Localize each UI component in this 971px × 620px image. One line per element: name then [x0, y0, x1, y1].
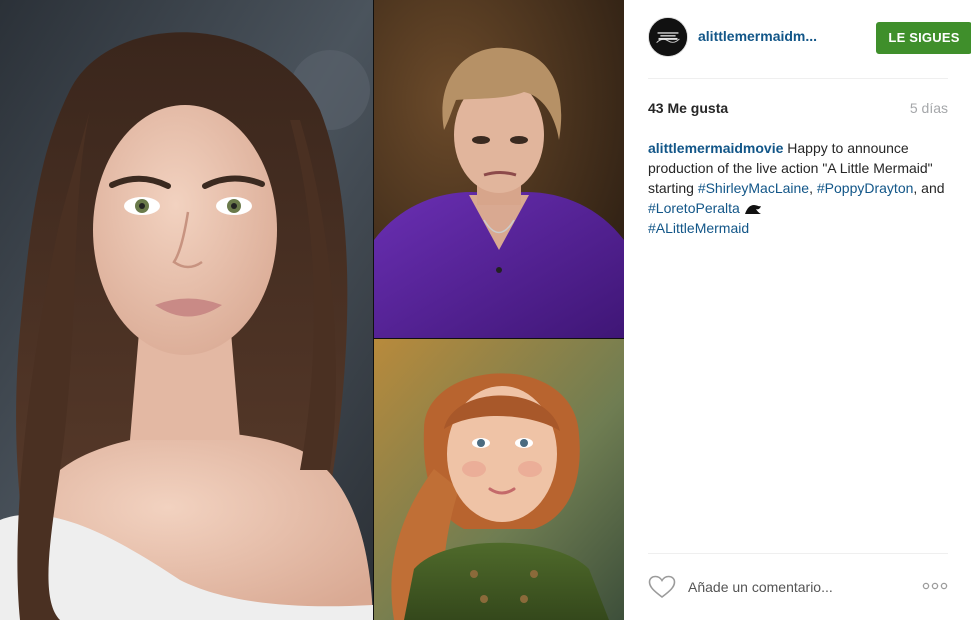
- divider: [648, 553, 948, 554]
- portrait-photo-young-girl: [374, 339, 624, 620]
- avatar[interactable]: [648, 17, 688, 57]
- caption-separator: , and: [913, 180, 945, 196]
- avatar-logo-icon: [649, 18, 687, 56]
- heart-outline-icon[interactable]: [648, 575, 676, 599]
- post-side-panel: alittlemermaidm... LE SIGUES 43 Me gusta…: [624, 0, 971, 620]
- following-button[interactable]: LE SIGUES: [876, 22, 971, 54]
- divider: [648, 78, 948, 79]
- hashtag-link-shirleymaclaine[interactable]: #ShirleyMacLaine: [698, 180, 809, 196]
- hashtag-link-poppydrayton[interactable]: #PoppyDrayton: [817, 180, 914, 196]
- portrait-photo-young-woman: [0, 0, 373, 620]
- comment-bar: [648, 570, 948, 604]
- wave-icon: [744, 205, 761, 214]
- post-photo-collage[interactable]: [0, 0, 624, 620]
- portrait-photo-older-woman: [374, 0, 624, 338]
- username-link[interactable]: alittlemermaidm...: [698, 28, 817, 44]
- post-age[interactable]: 5 días: [910, 100, 948, 116]
- likes-count[interactable]: 43 Me gusta: [648, 100, 728, 116]
- caption-separator: ,: [809, 180, 817, 196]
- post-header: alittlemermaidm... LE SIGUES: [648, 17, 971, 59]
- hashtag-link-loretoperalta[interactable]: #LoretoPeralta: [648, 200, 740, 216]
- comment-input[interactable]: [688, 576, 908, 598]
- hashtag-link-alittlemermaid[interactable]: #ALittleMermaid: [648, 220, 749, 236]
- post-stats: 43 Me gusta 5 días: [648, 100, 948, 120]
- caption-author-link[interactable]: alittlemermaidmovie: [648, 140, 783, 156]
- instagram-post-view: alittlemermaidm... LE SIGUES 43 Me gusta…: [0, 0, 971, 620]
- more-options-icon[interactable]: [922, 579, 948, 593]
- post-caption: alittlemermaidmovie Happy to announce pr…: [648, 138, 948, 238]
